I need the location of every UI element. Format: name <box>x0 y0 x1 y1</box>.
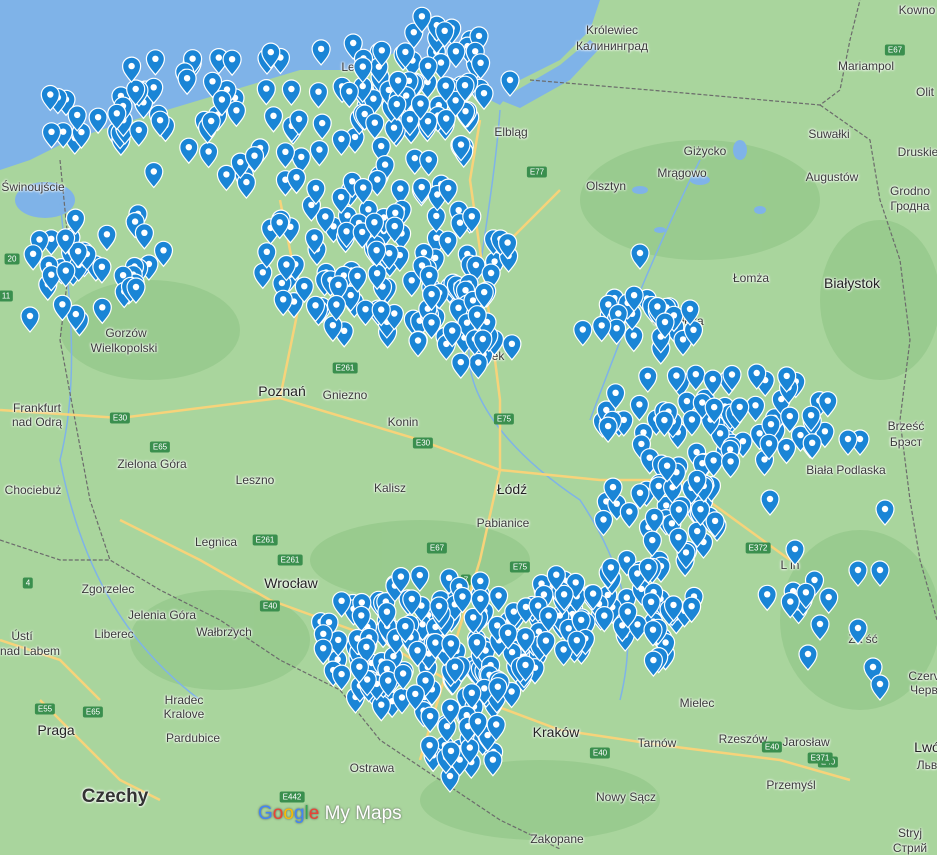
map-marker-icon[interactable] <box>594 606 614 633</box>
map-marker-icon[interactable] <box>848 618 868 645</box>
map-marker-icon[interactable] <box>179 137 199 165</box>
map-marker-icon[interactable] <box>281 79 301 106</box>
map-marker-icon[interactable] <box>630 243 650 270</box>
map-marker-icon[interactable] <box>870 560 890 587</box>
map-marker-icon[interactable] <box>802 433 822 460</box>
map-marker-icon[interactable] <box>819 587 839 615</box>
markers-layer <box>20 6 895 793</box>
map-marker-icon[interactable] <box>870 674 890 701</box>
map-marker-icon[interactable] <box>92 297 112 325</box>
map-marker-icon[interactable] <box>629 394 650 422</box>
map-marker-icon[interactable] <box>798 644 818 671</box>
map-marker-icon[interactable] <box>177 68 197 96</box>
map-marker-icon[interactable] <box>332 664 352 692</box>
map-marker-icon[interactable] <box>848 560 868 587</box>
map-marker-icon[interactable] <box>88 107 108 135</box>
map-marker-icon[interactable] <box>412 177 432 205</box>
map-marker-icon[interactable] <box>757 584 777 612</box>
map-marker-icon[interactable] <box>263 106 284 133</box>
map-marker-icon[interactable] <box>720 451 741 479</box>
map-marker-icon[interactable] <box>275 142 295 169</box>
map-marker-icon[interactable] <box>331 129 351 156</box>
map-marker-icon[interactable] <box>451 352 471 380</box>
map-marker-icon[interactable] <box>419 149 439 177</box>
map-marker-icon[interactable] <box>410 565 430 593</box>
map-marker-icon[interactable] <box>592 315 612 343</box>
map-marker-icon[interactable] <box>468 352 488 380</box>
map-marker-icon[interactable] <box>145 49 165 76</box>
map-marker-icon[interactable] <box>426 206 446 233</box>
map-marker-icon[interactable] <box>309 140 329 167</box>
map-marker-icon[interactable] <box>810 614 830 641</box>
attribution-text: My Maps <box>324 803 402 824</box>
map-marker-icon[interactable] <box>745 395 766 423</box>
attribution: Google My Maps <box>258 803 402 824</box>
map-marker-icon[interactable] <box>875 499 895 526</box>
map-marker-icon[interactable] <box>624 325 644 353</box>
map-marker-icon[interactable] <box>502 334 522 361</box>
map-marker-icon[interactable] <box>308 82 329 109</box>
map-marker-icon[interactable] <box>41 122 62 149</box>
map-marker-icon[interactable] <box>408 330 428 358</box>
map-marker-icon[interactable] <box>20 306 40 333</box>
map-marker-icon[interactable] <box>371 695 391 722</box>
map-marker-icon[interactable] <box>253 262 273 290</box>
map-marker-icon[interactable] <box>619 502 639 529</box>
map-marker-icon[interactable] <box>355 299 376 327</box>
map-marker-icon[interactable] <box>129 120 149 147</box>
map-marker-icon[interactable] <box>573 319 593 347</box>
map-marker-icon[interactable] <box>339 81 359 109</box>
map-marker-icon[interactable] <box>483 750 503 777</box>
map-marker-icon[interactable] <box>122 56 142 84</box>
map-marker-icon[interactable] <box>785 539 805 566</box>
map-marker-icon[interactable] <box>311 39 331 66</box>
map-marker-icon[interactable] <box>638 366 658 393</box>
map-marker-icon[interactable] <box>500 70 520 97</box>
map-marker-icon[interactable] <box>598 416 618 444</box>
map-marker-icon[interactable] <box>474 83 494 111</box>
map-marker-icon[interactable] <box>593 509 614 537</box>
map-marker-icon[interactable] <box>222 49 242 77</box>
map-marker-icon[interactable] <box>134 223 154 250</box>
map-marker-icon[interactable] <box>216 164 236 192</box>
map-marker-icon[interactable] <box>420 706 440 734</box>
map-marker-icon[interactable] <box>838 429 858 456</box>
map-marker-icon[interactable] <box>199 141 219 169</box>
map-marker-icon[interactable] <box>312 113 332 141</box>
map-marker-icon[interactable] <box>144 161 164 189</box>
map-marker-icon[interactable] <box>776 437 797 465</box>
map-marker-icon[interactable] <box>760 489 780 516</box>
map-marker-icon[interactable] <box>686 364 706 392</box>
map-marker-icon[interactable] <box>365 113 385 140</box>
map-marker-icon[interactable] <box>97 224 117 252</box>
map-marker-icon[interactable] <box>256 79 276 106</box>
